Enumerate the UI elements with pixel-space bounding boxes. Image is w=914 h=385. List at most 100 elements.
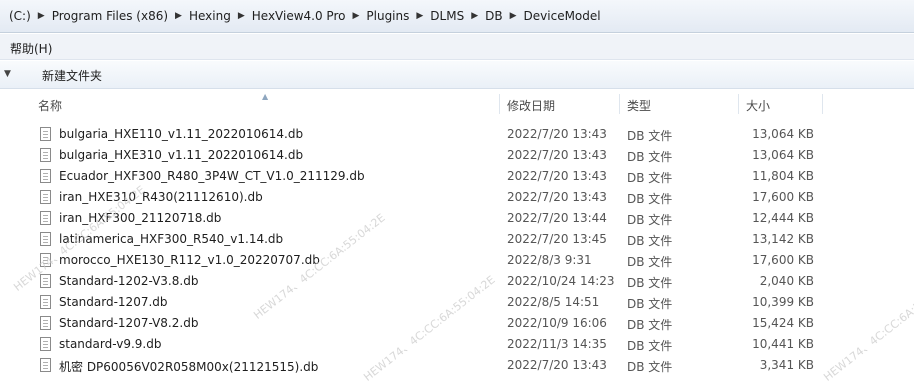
- file-date: 2022/11/3 14:35: [507, 337, 607, 351]
- file-date: 2022/7/20 13:43: [507, 127, 607, 141]
- file-type: DB 文件: [627, 276, 673, 290]
- file-row[interactable]: morocco_HXE130_R112_v1.0_20220707.db 2022…: [35, 250, 825, 271]
- chevron-down-icon[interactable]: ▼: [4, 69, 11, 79]
- file-name: standard-v9.9.db: [59, 337, 162, 351]
- file-type: DB 文件: [627, 255, 673, 269]
- file-type: DB 文件: [627, 234, 673, 248]
- column-header-size[interactable]: 大小: [746, 97, 770, 114]
- db-file-icon: [40, 211, 51, 225]
- chevron-right-icon[interactable]: ▶: [348, 11, 363, 21]
- file-date: 2022/7/20 13:45: [507, 232, 607, 246]
- db-file-icon: [40, 253, 51, 267]
- breadcrumb-hexing[interactable]: Hexing: [186, 9, 234, 23]
- file-row[interactable]: Standard-1202-V3.8.db 2022/10/24 14:23 DB …: [35, 271, 825, 292]
- breadcrumb-hexview[interactable]: HexView4.0 Pro: [249, 9, 349, 23]
- watermark: HEW174、4C:CC:6A:55:04:2E: [821, 273, 914, 384]
- db-file-icon: [40, 148, 51, 162]
- file-name: morocco_HXE130_R112_v1.0_20220707.db: [59, 253, 320, 267]
- address-bar[interactable]: (C:) ▶ Program Files (x86) ▶ Hexing ▶ He…: [0, 0, 914, 33]
- file-type: DB 文件: [627, 339, 673, 353]
- file-name: Standard-1207.db: [59, 295, 168, 309]
- file-name: iran_HXE310_R430(21112610).db: [59, 190, 263, 204]
- menu-bar: 帮助(H): [0, 34, 914, 60]
- file-name: bulgaria_HXE310_v1.11_2022010614.db: [59, 148, 304, 162]
- file-size: 17,600 KB: [752, 253, 814, 267]
- file-row[interactable]: iran_HXF300_21120718.db 2022/7/20 13:44 DB…: [35, 208, 825, 229]
- breadcrumb-dlms[interactable]: DLMS: [427, 9, 467, 23]
- file-size: 15,424 KB: [752, 316, 814, 330]
- file-row[interactable]: iran_HXE310_R430(21112610).db 2022/7/20 1…: [35, 187, 825, 208]
- file-name: iran_HXF300_21120718.db: [59, 211, 222, 225]
- toolbar: ▼ 新建文件夹: [0, 61, 914, 89]
- file-type: DB 文件: [627, 297, 673, 311]
- file-date: 2022/10/9 16:06: [507, 316, 607, 330]
- breadcrumb-db[interactable]: DB: [482, 9, 505, 23]
- file-row[interactable]: bulgaria_HXE310_v1.11_2022010614.db 2022/…: [35, 145, 825, 166]
- file-name: latinamerica_HXF300_R540_v1.14.db: [59, 232, 284, 246]
- chevron-right-icon[interactable]: ▶: [171, 11, 186, 21]
- file-date: 2022/7/20 13:44: [507, 211, 607, 225]
- file-size: 10,399 KB: [752, 295, 814, 309]
- column-divider[interactable]: [822, 94, 823, 114]
- chevron-right-icon[interactable]: ▶: [506, 11, 521, 21]
- file-type: DB 文件: [627, 171, 673, 185]
- file-row[interactable]: standard-v9.9.db 2022/11/3 14:35 DB 文件 10,4…: [35, 334, 825, 355]
- breadcrumb: (C:) ▶ Program Files (x86) ▶ Hexing ▶ He…: [6, 9, 604, 23]
- file-row[interactable]: Ecuador_HXF300_R480_3P4W_CT_V1.0_211129.…: [35, 166, 825, 187]
- column-divider[interactable]: [738, 94, 739, 114]
- column-header-name[interactable]: 名称: [38, 97, 62, 114]
- file-type: DB 文件: [627, 192, 673, 206]
- file-row[interactable]: 机密 DP60056V02R058M00x(21121515).db 2022/7…: [35, 355, 825, 376]
- menu-help[interactable]: 帮助(H): [10, 40, 52, 57]
- file-size: 13,142 KB: [752, 232, 814, 246]
- breadcrumb-devicemodel[interactable]: DeviceModel: [521, 9, 604, 23]
- file-type: DB 文件: [627, 318, 673, 332]
- file-date: 2022/8/3 9:31: [507, 253, 592, 267]
- column-header-date[interactable]: 修改日期: [507, 97, 555, 114]
- chevron-right-icon[interactable]: ▶: [34, 11, 49, 21]
- file-date: 2022/7/20 13:43: [507, 358, 607, 372]
- db-file-icon: [40, 127, 51, 141]
- file-size: 11,804 KB: [752, 169, 814, 183]
- chevron-right-icon[interactable]: ▶: [412, 11, 427, 21]
- file-row[interactable]: latinamerica_HXF300_R540_v1.14.db 2022/7/…: [35, 229, 825, 250]
- db-file-icon: [40, 337, 51, 351]
- db-file-icon: [40, 358, 51, 372]
- db-file-icon: [40, 190, 51, 204]
- column-divider[interactable]: [499, 94, 500, 114]
- db-file-icon: [40, 316, 51, 330]
- db-file-icon: [40, 169, 51, 183]
- file-type: DB 文件: [627, 213, 673, 227]
- file-size: 17,600 KB: [752, 190, 814, 204]
- new-folder-button[interactable]: 新建文件夹: [42, 67, 102, 84]
- file-type: DB 文件: [627, 150, 673, 164]
- file-date: 2022/8/5 14:51: [507, 295, 600, 309]
- file-size: 10,441 KB: [752, 337, 814, 351]
- file-date: 2022/7/20 13:43: [507, 148, 607, 162]
- breadcrumb-drive[interactable]: (C:): [6, 9, 34, 23]
- file-name: bulgaria_HXE110_v1.11_2022010614.db: [59, 127, 304, 141]
- column-header-type[interactable]: 类型: [627, 97, 651, 114]
- file-row[interactable]: Standard-1207-V8.2.db 2022/10/9 16:06 DB 文…: [35, 313, 825, 334]
- file-date: 2022/10/24 14:23: [507, 274, 615, 288]
- db-file-icon: [40, 295, 51, 309]
- column-header: 名称 修改日期 类型 大小: [0, 89, 914, 117]
- file-name: Standard-1207-V8.2.db: [59, 316, 199, 330]
- breadcrumb-plugins[interactable]: Plugins: [363, 9, 412, 23]
- column-divider[interactable]: [619, 94, 620, 114]
- chevron-right-icon[interactable]: ▶: [467, 11, 482, 21]
- file-name: 机密 DP60056V02R058M00x(21121515).db: [59, 360, 319, 374]
- file-name: Ecuador_HXF300_R480_3P4W_CT_V1.0_211129.…: [59, 169, 365, 183]
- db-file-icon: [40, 232, 51, 246]
- file-size: 13,064 KB: [752, 148, 814, 162]
- file-row[interactable]: Standard-1207.db 2022/8/5 14:51 DB 文件 10,39…: [35, 292, 825, 313]
- file-row[interactable]: bulgaria_HXE110_v1.11_2022010614.db 2022/…: [35, 124, 825, 145]
- sort-ascending-icon: ▲: [262, 92, 269, 101]
- db-file-icon: [40, 274, 51, 288]
- chevron-right-icon[interactable]: ▶: [234, 11, 249, 21]
- file-size: 3,341 KB: [759, 358, 814, 372]
- breadcrumb-program-files[interactable]: Program Files (x86): [49, 9, 171, 23]
- file-size: 2,040 KB: [759, 274, 814, 288]
- file-size: 12,444 KB: [752, 211, 814, 225]
- file-type: DB 文件: [627, 129, 673, 143]
